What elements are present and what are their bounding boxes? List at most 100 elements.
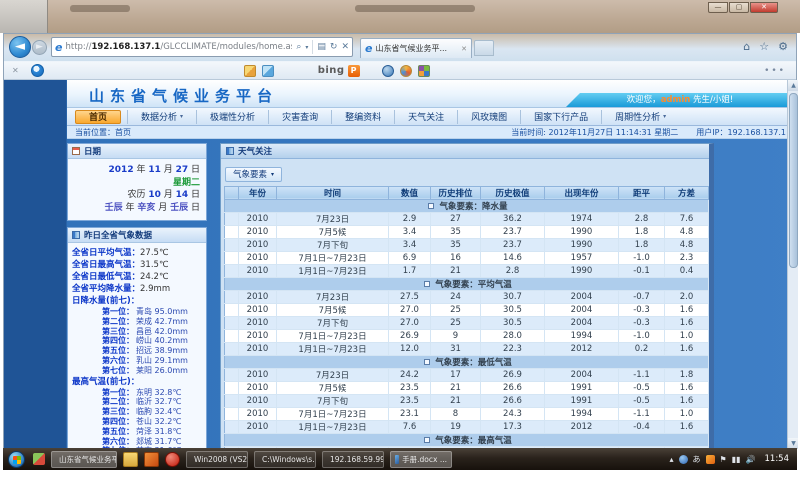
expand-box-icon[interactable]	[424, 359, 430, 365]
explorer-icon[interactable]	[123, 452, 138, 467]
table-cell: 23.7	[481, 238, 545, 251]
nav-item-0[interactable]: 首页	[75, 110, 121, 124]
table-cell: 2010	[239, 420, 277, 433]
table-cell: 7月5候	[277, 303, 389, 316]
toolbar-overflow-icon[interactable]: •••	[764, 66, 786, 76]
table-cell: -0.5	[619, 394, 665, 407]
taskbar-button-1[interactable]: C:\Windows\s...	[254, 451, 316, 468]
table-cell: 23.1	[389, 407, 431, 420]
table-cell: 4.8	[665, 238, 709, 251]
table-cell: 2010	[239, 381, 277, 394]
expand-box-icon[interactable]	[424, 281, 430, 287]
search-icon[interactable]: ⌕	[296, 42, 301, 52]
media-app-icon[interactable]	[144, 452, 159, 467]
nav-item-7[interactable]: 国家下行产品	[520, 110, 601, 124]
rank-station-value: 昌邑 42.0mm	[136, 327, 188, 337]
table-cell: 21	[431, 381, 481, 394]
element-filter-button[interactable]: 气象要素▾	[225, 167, 282, 182]
volume-icon[interactable]: 🔊	[746, 455, 756, 464]
maximize-button[interactable]: ▢	[729, 2, 749, 13]
nav-item-4[interactable]: 整编资料	[331, 110, 394, 124]
main-panel-title: 天气关注	[238, 145, 272, 157]
nav-item-6[interactable]: 风玫瑰图	[457, 110, 520, 124]
stat-value: 27.5℃	[140, 248, 168, 258]
favorites-star-icon[interactable]: ☆	[759, 40, 769, 53]
compatibility-view-icon[interactable]: ▤	[317, 42, 326, 52]
refresh-icon[interactable]: ↻	[330, 42, 338, 52]
page-scrollbar[interactable]: ▲ ▼	[787, 80, 798, 449]
table-cell: 28.0	[481, 329, 545, 342]
table-cell: 1.6	[665, 303, 709, 316]
breadcrumb: 当前位置：首页	[75, 127, 131, 138]
stop-icon[interactable]: ✕	[341, 42, 349, 52]
thunder-tray-icon[interactable]	[706, 455, 715, 464]
scroll-up-icon[interactable]: ▲	[788, 80, 798, 91]
taskbar-ie-button[interactable]: 山东省气候业务平...	[51, 451, 117, 468]
toolbar-close-icon[interactable]: ✕	[12, 66, 19, 75]
input-method-icon[interactable]: あ	[693, 454, 701, 465]
nav-item-5[interactable]: 天气关注	[394, 110, 457, 124]
mail-send-icon[interactable]	[262, 65, 274, 77]
bing-logo[interactable]: bing	[318, 65, 345, 76]
expand-box-icon[interactable]	[424, 437, 430, 443]
tab-close-icon[interactable]: ✕	[461, 45, 467, 53]
back-button[interactable]: ◄	[9, 36, 31, 58]
stat-value: 2.9mm	[140, 284, 170, 294]
taskbar-button-2[interactable]: 192.168.59.99...	[322, 451, 384, 468]
group-header-cell: 气象要素：最高气温	[225, 433, 709, 446]
date-text: 日	[188, 190, 200, 200]
player-icon[interactable]	[165, 452, 180, 467]
table-row: 20107月1日~7月23日6.91614.61957-1.02.3	[225, 251, 709, 264]
table-cell: 6.9	[389, 251, 431, 264]
rank-label: 第二位：	[72, 317, 134, 327]
close-button[interactable]: ✕	[750, 2, 778, 13]
nav-item-1[interactable]: 数据分析▾	[127, 110, 196, 124]
expand-box-icon[interactable]	[428, 203, 434, 209]
photo-grid-icon[interactable]	[418, 65, 430, 77]
nav-item-3[interactable]: 灾害查询	[268, 110, 331, 124]
messenger-tray-icon[interactable]	[679, 455, 688, 464]
table-cell: 1.0	[665, 407, 709, 420]
rank-label: 第六位：	[72, 437, 134, 447]
status-row: 当前位置：首页 当前时间: 2012年11月27日 11:14:31 星期二 用…	[67, 126, 794, 139]
rank-station-value: 崂山 40.2mm	[136, 336, 188, 346]
address-bar[interactable]: e http://192.168.137.1/GLCCLIMATE/module…	[51, 37, 353, 57]
table-cell: 7月下旬	[277, 316, 389, 329]
taskbar-button-0[interactable]: Win2008 (VS2...	[186, 451, 248, 468]
new-tab-button[interactable]	[474, 40, 494, 56]
scrollbar-thumb[interactable]	[789, 93, 798, 268]
tray-app-icon[interactable]	[33, 453, 45, 465]
start-button[interactable]	[8, 451, 25, 468]
column-header: 数值	[389, 186, 431, 199]
messenger-icon[interactable]	[382, 65, 394, 77]
spark-icon[interactable]	[400, 65, 412, 77]
table-cell: 17.3	[481, 420, 545, 433]
table-cell: 2010	[239, 251, 277, 264]
taskbar-button-3[interactable]: 手册.docx ...	[390, 451, 452, 468]
table-cell: 2.3	[665, 251, 709, 264]
windows-logo-icon	[13, 456, 21, 464]
search-dropdown-icon[interactable]: ▾	[305, 44, 308, 51]
cards-icon[interactable]	[244, 65, 256, 77]
browser-tab[interactable]: e 山东省气候业务平... ✕	[360, 38, 472, 58]
compass-logo-icon[interactable]	[31, 64, 44, 77]
header-cell-empty	[225, 186, 239, 199]
settings-gear-icon[interactable]: ⚙	[778, 40, 788, 53]
weather-attention-panel: 天气关注 气象要素▾ 年份时间数值历史排位历史极值出现年份距平方差气象要素：降水…	[220, 143, 714, 449]
table-cell: 2.8	[619, 212, 665, 225]
home-icon[interactable]: ⌂	[743, 40, 750, 53]
table-cell: 2004	[545, 290, 619, 303]
nav-item-8[interactable]: 周期性分析▾	[601, 110, 679, 124]
table-cell: 27.0	[389, 303, 431, 316]
action-center-flag-icon[interactable]: ⚑	[720, 455, 727, 464]
nav-item-2[interactable]: 极端性分析	[196, 110, 268, 124]
hidden-icons-arrow[interactable]: ▴	[670, 455, 674, 464]
network-icon[interactable]: ▮▮	[732, 455, 741, 464]
minimize-button[interactable]: —	[708, 2, 728, 13]
table-cell: 4.8	[665, 225, 709, 238]
chart-icon	[72, 231, 80, 239]
climate-data-table: 年份时间数值历史排位历史极值出现年份距平方差气象要素：降水量20107月23日2…	[224, 186, 709, 450]
forward-button[interactable]: ►	[32, 40, 47, 55]
main-panel-header: 天气关注	[221, 144, 709, 159]
p-badge-icon[interactable]: P	[348, 65, 360, 77]
